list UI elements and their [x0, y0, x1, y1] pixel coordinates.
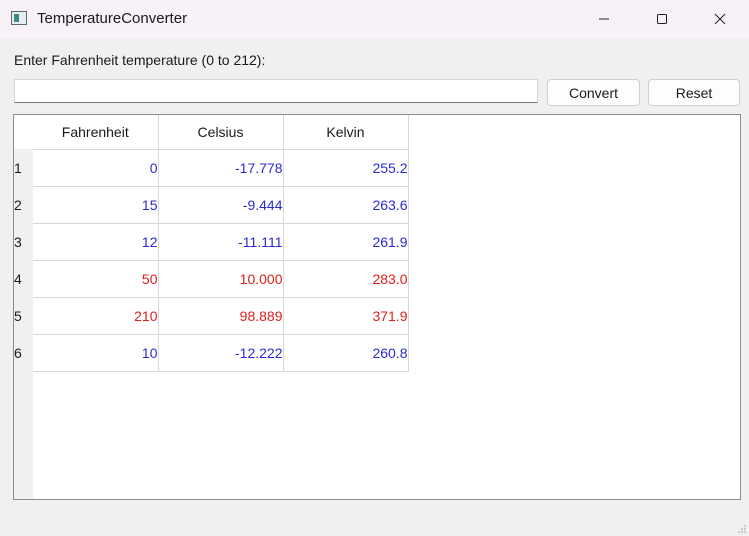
row-header[interactable]: 4: [14, 260, 33, 297]
table-row[interactable]: 2 15 -9.444 263.6: [14, 186, 409, 224]
close-icon: [714, 13, 726, 25]
results-table[interactable]: Fahrenheit Celsius Kelvin 1 0 -17.778 255.2…: [13, 114, 741, 500]
fahrenheit-cell[interactable]: 15: [33, 186, 159, 224]
kelvin-cell[interactable]: 283.0: [283, 260, 409, 298]
fahrenheit-cell[interactable]: 50: [33, 260, 159, 298]
app-window-icon: [11, 11, 27, 25]
kelvin-cell[interactable]: 255.2: [283, 149, 409, 187]
maximize-icon: [657, 14, 667, 24]
fahrenheit-input[interactable]: [14, 79, 538, 103]
close-button[interactable]: [692, 0, 748, 38]
maximize-button[interactable]: [634, 0, 690, 38]
table-row[interactable]: 6 10 -12.222 260.8: [14, 334, 409, 372]
fahrenheit-cell[interactable]: 210: [33, 297, 159, 335]
row-header[interactable]: 3: [14, 223, 33, 260]
celsius-cell[interactable]: -9.444: [158, 186, 284, 224]
window-title: TemperatureConverter: [37, 10, 188, 27]
title-bar[interactable]: TemperatureConverter: [0, 0, 749, 38]
column-header-kelvin[interactable]: Kelvin: [283, 115, 409, 150]
corner-cell[interactable]: [14, 115, 33, 149]
kelvin-cell[interactable]: 261.9: [283, 223, 409, 261]
celsius-cell[interactable]: -11.111: [158, 223, 284, 261]
row-header[interactable]: 2: [14, 186, 33, 223]
fahrenheit-cell[interactable]: 0: [33, 149, 159, 187]
table-row[interactable]: 1 0 -17.778 255.2: [14, 149, 409, 187]
kelvin-cell[interactable]: 263.6: [283, 186, 409, 224]
row-header[interactable]: 6: [14, 334, 33, 371]
column-header-celsius[interactable]: Celsius: [158, 115, 284, 150]
fahrenheit-prompt-label: Enter Fahrenheit temperature (0 to 212):: [14, 52, 266, 68]
convert-button[interactable]: Convert: [547, 79, 640, 106]
resize-grip-icon[interactable]: [736, 523, 746, 533]
minimize-button[interactable]: [576, 0, 632, 38]
table-row[interactable]: 4 50 10.000 283.0: [14, 260, 409, 298]
table-row[interactable]: 5 210 98.889 371.9: [14, 297, 409, 335]
fahrenheit-cell[interactable]: 10: [33, 334, 159, 372]
fahrenheit-cell[interactable]: 12: [33, 223, 159, 261]
table-header-row: Fahrenheit Celsius Kelvin: [14, 115, 409, 150]
celsius-cell[interactable]: -17.778: [158, 149, 284, 187]
celsius-cell[interactable]: 98.889: [158, 297, 284, 335]
minimize-icon: [599, 18, 609, 20]
results-grid: Fahrenheit Celsius Kelvin 1 0 -17.778 255.2…: [14, 115, 409, 372]
row-header[interactable]: 5: [14, 297, 33, 334]
kelvin-cell[interactable]: 371.9: [283, 297, 409, 335]
celsius-cell[interactable]: -12.222: [158, 334, 284, 372]
reset-button[interactable]: Reset: [648, 79, 740, 106]
celsius-cell[interactable]: 10.000: [158, 260, 284, 298]
row-header[interactable]: 1: [14, 149, 33, 186]
kelvin-cell[interactable]: 260.8: [283, 334, 409, 372]
column-header-fahrenheit[interactable]: Fahrenheit: [33, 115, 159, 150]
table-row[interactable]: 3 12 -11.111 261.9: [14, 223, 409, 261]
